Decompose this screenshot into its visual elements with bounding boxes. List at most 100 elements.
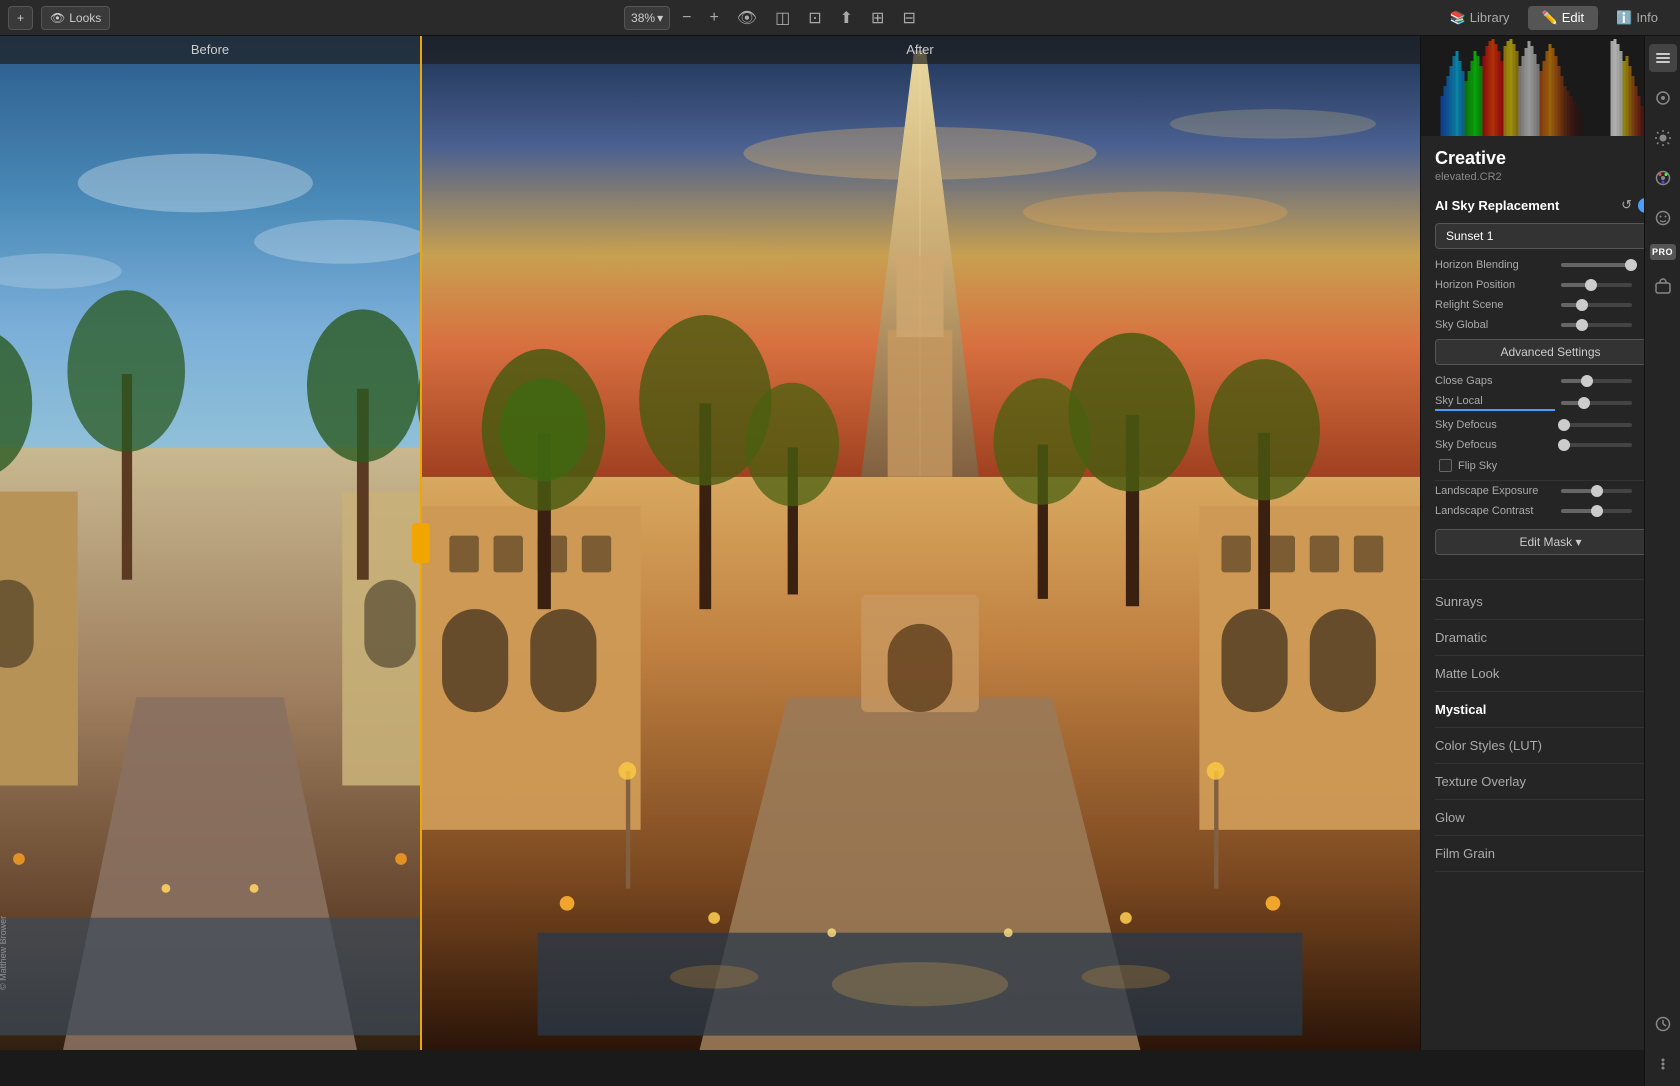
eye-icon: 👁 (50, 11, 65, 25)
compare-icon: ◫ (775, 8, 790, 28)
slider-track[interactable] (1561, 263, 1632, 267)
zoom-value: 38% (631, 11, 655, 25)
panel-title: Creative (1435, 148, 1666, 169)
face-icon-rail[interactable] (1649, 204, 1677, 232)
plus-icon: + (17, 11, 24, 25)
land-slider-label: Landscape Contrast (1435, 505, 1555, 517)
adv-slider-row-sky-local: Sky Local 25 (1435, 395, 1666, 411)
sky-defocus-row: Sky Defocus 0 (1435, 439, 1666, 451)
section-header: AI Sky Replacement ↺ (1435, 197, 1666, 213)
pro-label: PRO (1652, 247, 1673, 257)
adv-slider-track[interactable] (1561, 423, 1632, 427)
main-area: Before After (0, 36, 1680, 1050)
add-button[interactable]: + (8, 6, 33, 30)
eye-preview-icon: 👁 (737, 8, 757, 28)
looks-label: Looks (69, 11, 101, 25)
flip-sky-row: Flip Sky (1435, 459, 1666, 472)
tab-info[interactable]: ℹ️ Info (1602, 6, 1672, 30)
canvas-labels: Before After (0, 36, 1420, 64)
topbar-right: 📚 Library ✏️ Edit ℹ️ Info (1436, 6, 1672, 30)
before-label: Before (0, 36, 420, 64)
slider-label: Relight Scene (1435, 299, 1555, 311)
adv-slider-label: Close Gaps (1435, 375, 1555, 387)
land-slider-row-landscape-exposure: Landscape Exposure 0 (1435, 485, 1666, 497)
land-slider-track[interactable] (1561, 489, 1632, 493)
canvas-image-container[interactable]: © Matthew Brower (0, 36, 1420, 1050)
split-divider[interactable] (420, 36, 422, 1050)
share-button[interactable]: ⬆ (834, 6, 859, 30)
clock-icon-rail[interactable] (1649, 1010, 1677, 1038)
advanced-sliders: Close Gaps 10 Sky Local 25 Sky Defocus 0 (1435, 375, 1666, 431)
menu-item-dramatic[interactable]: Dramatic (1435, 620, 1666, 656)
crop-button[interactable]: ⊡ (802, 6, 827, 30)
light-icon-rail[interactable] (1649, 124, 1677, 152)
zoom-control[interactable]: 38% ▾ (624, 6, 670, 30)
edit-label: Edit (1562, 10, 1584, 25)
info-label: Info (1636, 10, 1658, 25)
tab-library[interactable]: 📚 Library (1436, 6, 1524, 30)
menu-list: SunraysDramaticMatte LookMysticalColor S… (1421, 584, 1680, 872)
reset-icon[interactable]: ↺ (1621, 197, 1632, 213)
right-panel: Creative elevated.CR2 AI Sky Replacement… (1420, 36, 1680, 1050)
info-icon: ℹ️ (1616, 10, 1632, 26)
color-icon-rail[interactable] (1649, 164, 1677, 192)
sky-defocus-track[interactable] (1561, 443, 1632, 447)
zoom-in-button[interactable]: + (703, 6, 724, 30)
right-icon-rail: PRO (1644, 36, 1680, 1050)
split-handle[interactable] (412, 523, 430, 563)
bag-icon-rail[interactable] (1649, 272, 1677, 300)
preview-button[interactable]: 👁 (731, 6, 763, 30)
flip-sky-checkbox[interactable] (1439, 459, 1452, 472)
panel-subtitle: elevated.CR2 (1435, 171, 1666, 183)
menu-item-mystical[interactable]: Mystical (1435, 692, 1666, 728)
histogram-chart (1421, 36, 1680, 136)
flip-sky-label[interactable]: Flip Sky (1458, 460, 1497, 472)
plus-icon: + (709, 9, 718, 27)
sliders-icon-rail[interactable] (1649, 84, 1677, 112)
menu-item-color-styles-(lut)[interactable]: Color Styles (LUT) (1435, 728, 1666, 764)
slider-label: Horizon Position (1435, 279, 1555, 291)
land-slider-row-landscape-contrast: Landscape Contrast 0 (1435, 505, 1666, 517)
panel-header: Creative elevated.CR2 (1421, 136, 1680, 187)
slider-row-horizon-blending: Horizon Blending 98 (1435, 259, 1666, 271)
adv-slider-track[interactable] (1561, 379, 1632, 383)
adv-slider-label: Sky Defocus (1435, 419, 1555, 431)
adv-slider-row-sky-defocus: Sky Defocus 0 (1435, 419, 1666, 431)
topbar-center: 38% ▾ − + 👁 ◫ ⊡ ⬆ ⊞ ⊟ (624, 6, 922, 30)
menu-item-texture-overlay[interactable]: Texture Overlay (1435, 764, 1666, 800)
topbar: + 👁 Looks 38% ▾ − + 👁 ◫ ⊡ ⬆ ⊞ (0, 0, 1680, 36)
window-icon: ⊟ (902, 8, 915, 28)
land-slider-track[interactable] (1561, 509, 1632, 513)
layers-icon-rail[interactable] (1649, 44, 1677, 72)
section-title: AI Sky Replacement (1435, 198, 1559, 213)
adv-slider-track[interactable] (1561, 401, 1632, 405)
share-icon: ⬆ (840, 8, 853, 28)
slider-track[interactable] (1561, 303, 1632, 307)
advanced-settings-button[interactable]: Advanced Settings (1435, 339, 1666, 365)
library-label: Library (1470, 10, 1510, 25)
window-button[interactable]: ⊟ (896, 6, 921, 30)
adv-slider-label: Sky Local (1435, 395, 1555, 411)
slider-track[interactable] (1561, 283, 1632, 287)
menu-item-sunrays[interactable]: Sunrays (1435, 584, 1666, 620)
menu-item-film-grain[interactable]: Film Grain (1435, 836, 1666, 872)
before-image: © Matthew Brower (0, 36, 420, 1050)
panel-content: Creative elevated.CR2 AI Sky Replacement… (1421, 136, 1680, 1050)
menu-item-glow[interactable]: Glow (1435, 800, 1666, 836)
slider-row-relight-scene: Relight Scene 29 (1435, 299, 1666, 311)
land-slider-label: Landscape Exposure (1435, 485, 1555, 497)
grid-icon: ⊞ (871, 8, 884, 28)
zoom-out-button[interactable]: − (676, 6, 697, 30)
menu-item-matte-look[interactable]: Matte Look (1435, 656, 1666, 692)
sky-dropdown[interactable]: Sunset 1 ▾ (1435, 223, 1666, 249)
looks-button[interactable]: 👁 Looks (41, 6, 110, 30)
histogram-area (1421, 36, 1680, 136)
edit-mask-button[interactable]: Edit Mask ▾ (1435, 529, 1666, 555)
sky-defocus-label: Sky Defocus (1435, 439, 1555, 451)
slider-label: Horizon Blending (1435, 259, 1555, 271)
grid-button[interactable]: ⊞ (865, 6, 890, 30)
compare-button[interactable]: ◫ (769, 6, 796, 30)
tab-edit[interactable]: ✏️ Edit (1528, 6, 1599, 30)
slider-track[interactable] (1561, 323, 1632, 327)
chevron-down-icon: ▾ (657, 11, 663, 25)
